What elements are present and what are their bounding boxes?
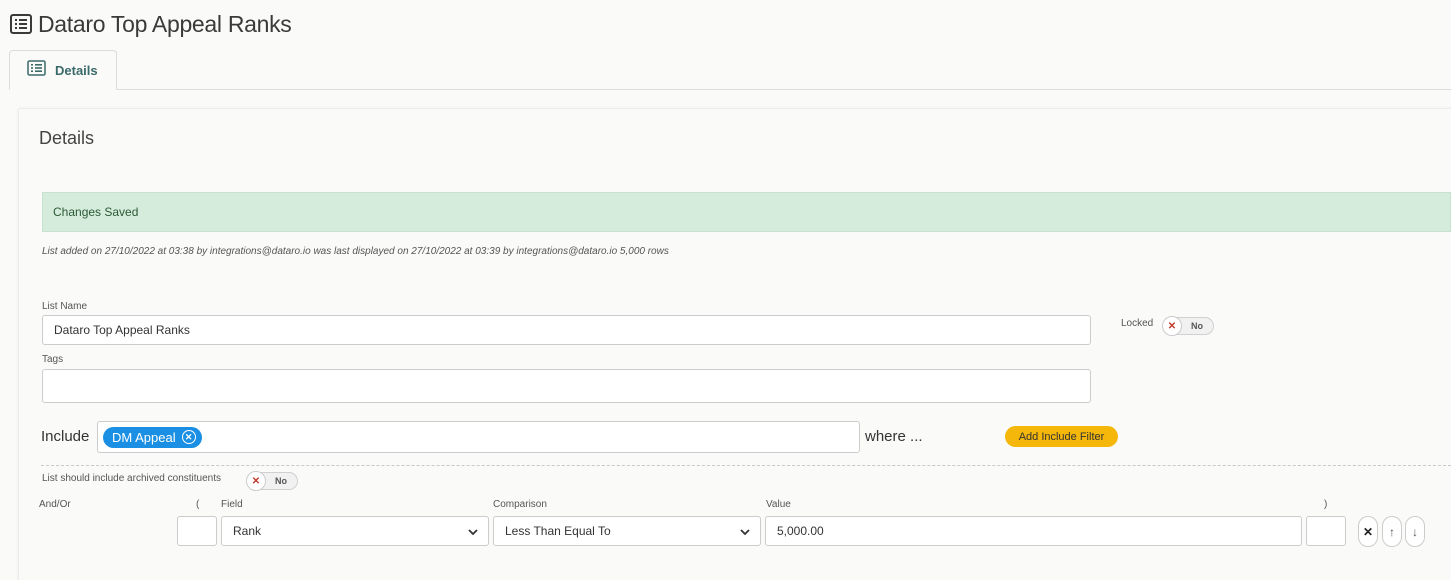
list-icon xyxy=(27,59,46,81)
list-name-label: List Name xyxy=(42,301,88,312)
and-or-header: And/Or xyxy=(39,499,71,510)
close-paren-input[interactable] xyxy=(1306,516,1346,546)
locked-label: Locked xyxy=(1121,318,1154,329)
archived-toggle[interactable]: ✕ No xyxy=(246,471,298,491)
alert-text: Changes Saved xyxy=(53,205,139,219)
archived-toggle-state: No xyxy=(275,476,287,486)
value-value: 5,000.00 xyxy=(777,524,824,538)
include-chip: DM Appeal ✕ xyxy=(103,426,202,448)
value-header: Value xyxy=(766,499,791,510)
section-title: Details xyxy=(39,128,95,148)
tab-bar-divider xyxy=(9,89,1451,90)
locked-toggle-state: No xyxy=(1191,321,1203,331)
tags-input[interactable] xyxy=(42,369,1091,403)
list-name-input[interactable]: Dataro Top Appeal Ranks xyxy=(42,315,1091,345)
open-paren-header: ( xyxy=(196,499,200,510)
success-alert: Changes Saved xyxy=(42,192,1451,232)
close-paren-header: ) xyxy=(1324,499,1328,510)
x-icon: ✕ xyxy=(1162,316,1182,336)
chip-label: DM Appeal xyxy=(112,429,176,445)
comparison-value: Less Than Equal To xyxy=(505,524,611,538)
move-up-button[interactable]: ↑ xyxy=(1382,516,1402,547)
include-select[interactable]: DM Appeal ✕ xyxy=(97,421,860,453)
archived-label: List should include archived constituent… xyxy=(42,473,221,484)
close-icon: ✕ xyxy=(1362,524,1374,539)
arrow-down-icon: ↓ xyxy=(1412,524,1418,539)
page-title-text: Dataro Top Appeal Ranks xyxy=(38,10,292,37)
list-name-value: Dataro Top Appeal Ranks xyxy=(54,323,190,337)
field-select[interactable]: Rank xyxy=(221,516,489,546)
comparison-select[interactable]: Less Than Equal To xyxy=(493,516,761,546)
move-down-button[interactable]: ↓ xyxy=(1405,516,1425,547)
add-include-filter-button[interactable]: Add Include Filter xyxy=(1005,426,1118,447)
chevron-down-icon xyxy=(468,529,478,536)
chevron-down-icon xyxy=(740,529,750,536)
field-header: Field xyxy=(221,499,243,510)
locked-toggle[interactable]: ✕ No xyxy=(1162,316,1214,336)
field-value: Rank xyxy=(233,524,262,538)
tags-label: Tags xyxy=(42,354,64,365)
audit-info: List added on 27/10/2022 at 03:38 by int… xyxy=(42,246,669,257)
open-paren-input[interactable] xyxy=(177,516,217,546)
comparison-header: Comparison xyxy=(493,499,547,510)
x-icon: ✕ xyxy=(246,471,266,491)
arrow-up-icon: ↑ xyxy=(1389,524,1395,539)
tab-label: Details xyxy=(55,62,98,78)
remove-row-button[interactable]: ✕ xyxy=(1358,516,1378,547)
close-circle-icon[interactable]: ✕ xyxy=(181,430,196,444)
list-icon xyxy=(10,14,32,34)
value-input[interactable]: 5,000.00 xyxy=(765,516,1302,546)
page-title: Dataro Top Appeal Ranks xyxy=(10,10,292,38)
divider xyxy=(41,465,1451,466)
include-label: Include xyxy=(41,428,90,445)
where-text: where ... xyxy=(865,428,923,445)
tab-details[interactable]: Details xyxy=(9,50,117,90)
